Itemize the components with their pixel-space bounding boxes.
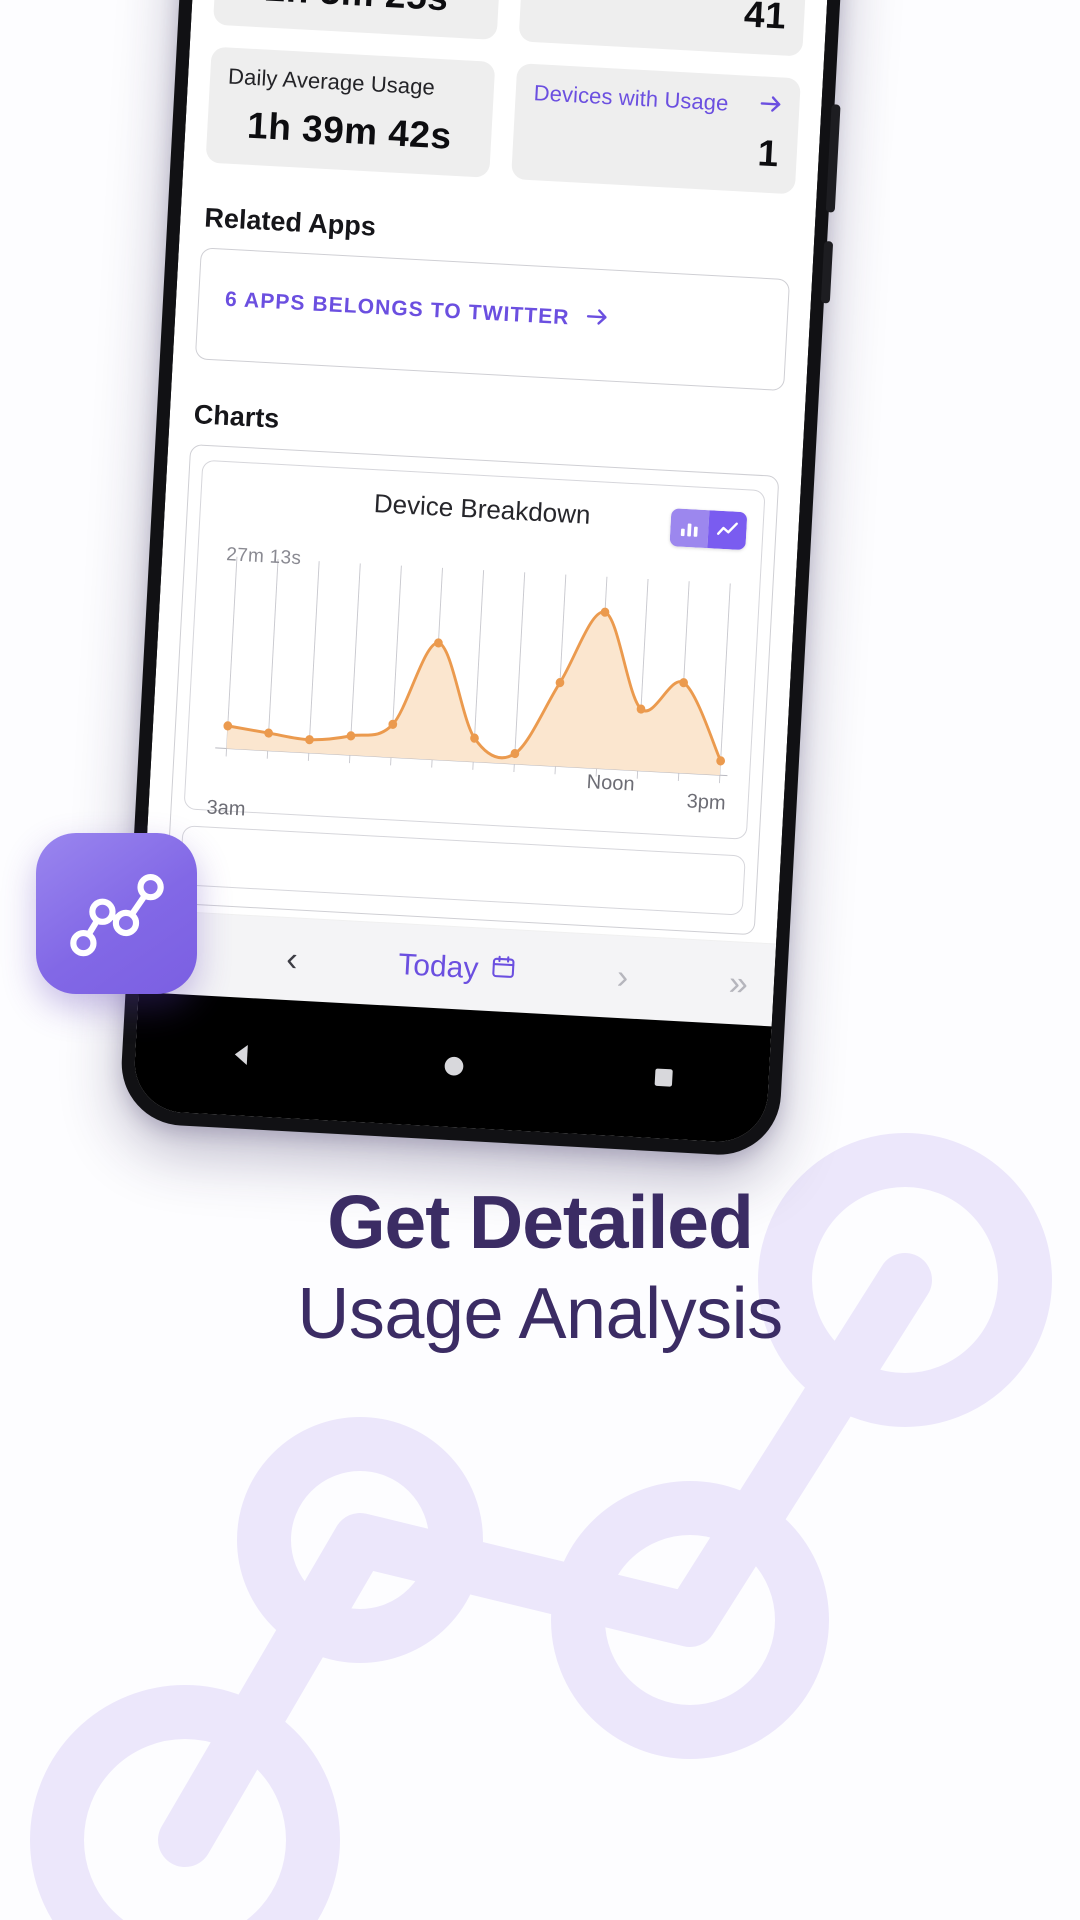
line-chart-nodes-icon — [69, 873, 164, 956]
stat-card-devices-with-usage[interactable]: Devices with Usage 1 — [511, 63, 801, 195]
related-apps-card[interactable]: 6 APPS BELONGS TO TWITTER — [194, 247, 791, 392]
stat-value: 1h 39m 42s — [246, 104, 453, 157]
app-content: Today's Usage 2h 5m 25s Today 41 Daily A… — [143, 0, 889, 936]
stat-value: 2h 5m 25s — [232, 0, 482, 21]
chart-x-tick-noon: Noon — [586, 770, 636, 796]
line-chart-icon[interactable] — [707, 510, 748, 551]
chart-svg — [215, 556, 731, 784]
charts-container: Device Breakdown 27m 13s Noon 3pm 3am — [165, 444, 780, 936]
calendar-icon — [489, 953, 517, 988]
phone-screen: Today's Usage 2h 5m 25s Today 41 Daily A… — [132, 0, 890, 1145]
stat-title: Devices with Usage — [533, 80, 730, 116]
stat-card-todays-usage[interactable]: Today's Usage 2h 5m 25s — [212, 0, 503, 41]
stats-grid: Today's Usage 2h 5m 25s Today 41 Daily A… — [205, 0, 809, 195]
chevrons-right-icon[interactable]: » — [728, 964, 749, 1003]
related-apps-link[interactable]: 6 APPS BELONGS TO TWITTER — [224, 284, 761, 345]
bar-chart-icon[interactable] — [669, 508, 710, 549]
phone-body: Today's Usage 2h 5m 25s Today 41 Daily A… — [118, 0, 903, 1158]
chart-y-tick-label: 27m 13s — [225, 544, 302, 570]
chart-type-toggle[interactable] — [669, 508, 748, 551]
promo-headline-line1: Get Detailed — [327, 1180, 754, 1264]
chart-device-breakdown[interactable]: Device Breakdown 27m 13s Noon 3pm 3am — [183, 459, 766, 840]
stat-value: 41 — [743, 0, 788, 37]
stat-title: Daily Average Usage — [227, 63, 436, 100]
arrow-right-icon — [757, 90, 785, 122]
date-nav-today-button[interactable]: Today — [397, 948, 517, 988]
date-nav-label: Today — [397, 948, 480, 986]
triangle-back-icon[interactable] — [226, 1038, 258, 1075]
chart-plot-area: 27m 13s Noon 3pm 3am — [201, 538, 744, 824]
chart-title: Device Breakdown — [373, 488, 592, 530]
chevron-left-icon[interactable]: ‹ — [285, 940, 298, 979]
stat-card-daily-average-usage[interactable]: Daily Average Usage 1h 39m 42s — [205, 46, 496, 178]
promo-headline-line2: Usage Analysis — [297, 1273, 783, 1354]
circle-home-icon[interactable] — [439, 1051, 469, 1085]
phone-volume-button — [820, 241, 834, 304]
chart-x-tick-3am: 3am — [206, 796, 247, 821]
phone-mockup: Today's Usage 2h 5m 25s Today 41 Daily A… — [118, 0, 903, 1158]
chevron-right-icon[interactable]: › — [616, 958, 629, 997]
app-icon-badge — [36, 833, 197, 994]
related-apps-link-label: 6 APPS BELONGS TO TWITTER — [224, 287, 571, 330]
stat-card-today-count[interactable]: Today 41 — [518, 0, 809, 57]
chart-secondary-placeholder[interactable] — [179, 825, 746, 916]
arrow-right-icon — [583, 303, 611, 336]
square-recents-icon[interactable] — [650, 1063, 678, 1095]
chart-x-tick-3pm: 3pm — [686, 790, 727, 815]
phone-bezel: Today's Usage 2h 5m 25s Today 41 Daily A… — [132, 0, 890, 1145]
stat-value: 1 — [756, 132, 780, 175]
phone-power-button — [825, 104, 841, 213]
promo-headline: Get Detailed Usage Analysis — [0, 1178, 1080, 1358]
